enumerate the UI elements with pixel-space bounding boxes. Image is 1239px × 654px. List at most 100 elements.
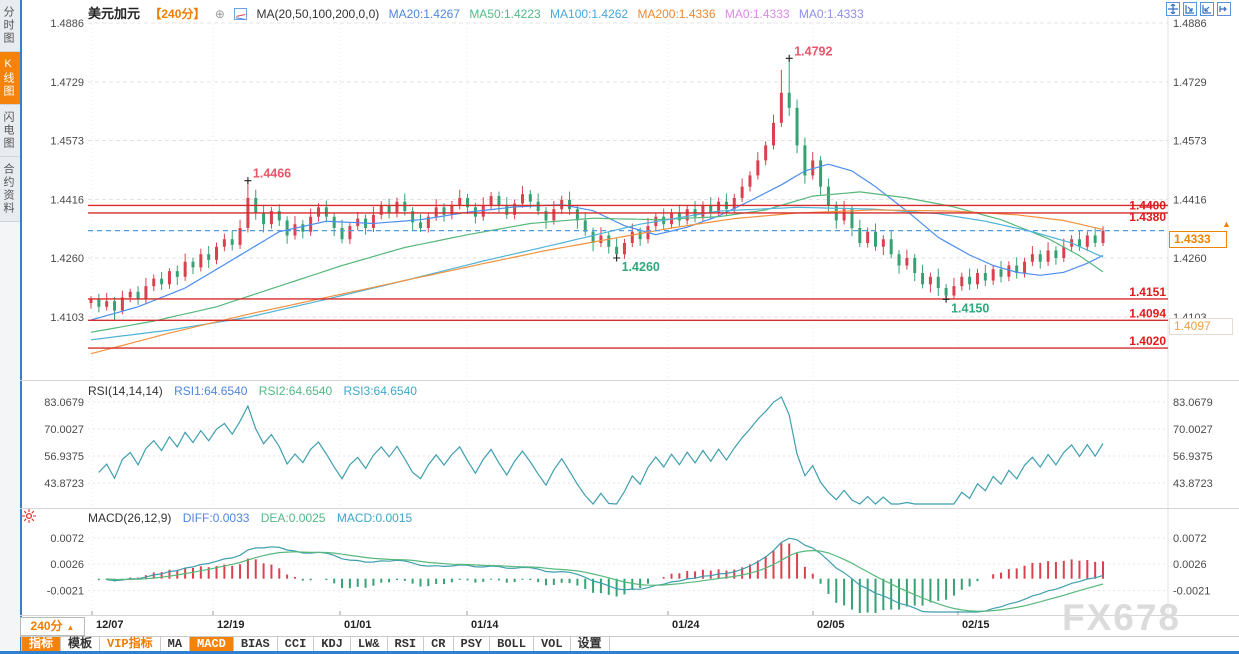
x-axis-date: 01/01 xyxy=(344,619,372,631)
axis-tick-label: 1.4729 xyxy=(1173,77,1207,89)
toolbar-button-ma[interactable]: MA xyxy=(161,637,190,652)
axis-tick-label: 83.0679 xyxy=(44,397,84,409)
price-annotation: 1.4792 xyxy=(794,44,832,58)
toolbar-button-boll[interactable]: BOLL xyxy=(490,637,534,652)
axis-tick-label: 83.0679 xyxy=(1173,397,1213,409)
axis-tick-label: -0.0021 xyxy=(1173,586,1210,598)
level-label: 1.4020 xyxy=(1129,334,1166,348)
x-axis-date: 12/19 xyxy=(217,619,245,631)
axis-tick-label: 1.4886 xyxy=(1173,18,1207,30)
toolbar-button-psy[interactable]: PSY xyxy=(454,637,491,652)
toolbar-button-macd[interactable]: MACD xyxy=(190,637,234,652)
current-price-badge: 1.4333 xyxy=(1169,231,1227,248)
macd-value: MACD:0.0015 xyxy=(337,511,412,525)
compress-y-icon[interactable] xyxy=(1200,2,1214,16)
ma-settings-label: MA(20,50,100,200,0,0) xyxy=(256,7,379,21)
ma-indicator-icon[interactable] xyxy=(234,8,247,20)
rsi-title: RSI(14,14,14) xyxy=(88,384,163,398)
ma0-value-1: MA0:1.4333 xyxy=(725,7,790,21)
axis-tick-label: 1.4260 xyxy=(50,253,84,265)
toolbar-button-settings[interactable]: 设置 xyxy=(571,637,610,652)
axis-tick-label: 1.4416 xyxy=(50,194,84,206)
diff-value: DIFF:0.0033 xyxy=(183,511,250,525)
macd-panel-header: MACD(26,12,9) DIFF:0.0033 DEA:0.0025 MAC… xyxy=(88,511,420,525)
toolbar-button-cr[interactable]: CR xyxy=(424,637,453,652)
level-label: 1.4380 xyxy=(1129,210,1166,224)
export-icon[interactable] xyxy=(1217,2,1231,16)
price-annotation: 1.4150 xyxy=(951,301,989,315)
sidebar-tab-kline-chart[interactable]: K线图 xyxy=(0,52,20,105)
dea-value: DEA:0.0025 xyxy=(261,511,326,525)
toolbar-button-cci[interactable]: CCI xyxy=(278,637,315,652)
axis-tick-label: 56.9375 xyxy=(1173,451,1213,463)
axis-tick-label: 43.8723 xyxy=(1173,478,1213,490)
interval-selector[interactable]: 240分 xyxy=(20,617,85,636)
axis-tick-label: 1.4260 xyxy=(1173,253,1207,265)
move-crosshair-icon[interactable] xyxy=(1166,2,1180,16)
ma20-value: MA20:1.4267 xyxy=(389,7,460,21)
axis-tick-label: 1.4416 xyxy=(1173,194,1207,206)
panel-separator xyxy=(20,380,1239,381)
toolbar-button-indicators[interactable]: 指标 xyxy=(21,637,61,652)
candlestick-chart-canvas[interactable]: 1.44001.43801.41511.40941.40201.44661.47… xyxy=(0,0,1239,654)
axis-tick-label: 0.0026 xyxy=(50,559,84,571)
x-axis-date: 02/05 xyxy=(817,619,845,631)
secondary-price-badge: 1.4097 xyxy=(1169,318,1233,335)
x-axis-date: 12/07 xyxy=(96,619,124,631)
alert-starburst-icon[interactable] xyxy=(22,509,36,526)
rsi-line xyxy=(99,397,1103,504)
axis-tick-label: 0.0072 xyxy=(1173,533,1207,545)
axis-tick-label: 1.4886 xyxy=(50,18,84,30)
rsi-panel-header: RSI(14,14,14) RSI1:64.6540 RSI2:64.6540 … xyxy=(88,384,425,398)
level-label: 1.4151 xyxy=(1129,285,1166,299)
chart-application: 1.44001.43801.41511.40941.40201.44661.47… xyxy=(0,0,1239,654)
axis-tick-label: 1.4573 xyxy=(50,136,84,148)
indicator-toolbar: 指标 模板 VIP指标 MA MACD BIAS CCI KDJ LW& RSI… xyxy=(21,637,610,652)
circle-plus-icon[interactable] xyxy=(215,7,225,21)
toolbar-button-bias[interactable]: BIAS xyxy=(234,637,278,652)
toolbar-button-vip-indicators[interactable]: VIP指标 xyxy=(100,637,161,652)
interval-value: 240分 xyxy=(31,619,63,633)
axis-tick-label: 56.9375 xyxy=(44,451,84,463)
price-annotation: 1.4260 xyxy=(622,260,660,274)
ma-line-ma20 xyxy=(91,164,1103,320)
axis-tick-label: 43.8723 xyxy=(44,478,84,490)
panel-separator xyxy=(20,615,1239,616)
price-annotation: 1.4466 xyxy=(253,167,291,181)
sidebar-tab-contract-info[interactable]: 合约资料 xyxy=(0,157,20,222)
toolbar-button-vol[interactable]: VOL xyxy=(534,637,571,652)
sidebar-divider xyxy=(20,0,22,651)
macd-title: MACD(26,12,9) xyxy=(88,511,171,525)
axis-tick-label: 70.0027 xyxy=(44,424,84,436)
axis-tick-label: 1.4103 xyxy=(50,312,84,324)
axis-tick-label: -0.0021 xyxy=(47,586,84,598)
x-axis-date: 01/14 xyxy=(471,619,499,631)
axis-tick-label: 1.4729 xyxy=(50,77,84,89)
ma100-value: MA100:1.4262 xyxy=(550,7,628,21)
fx678-watermark: FX678 xyxy=(1062,597,1181,639)
price-up-arrow-icon xyxy=(1222,219,1231,229)
x-axis-date: 01/24 xyxy=(672,619,700,631)
compress-x-icon[interactable] xyxy=(1183,2,1197,16)
sidebar-tab-time-chart[interactable]: 分时图 xyxy=(0,0,20,52)
sidebar-tab-lightning-chart[interactable]: 闪电图 xyxy=(0,105,20,157)
symbol-title: 美元加元 xyxy=(88,6,140,21)
rsi3-value: RSI3:64.6540 xyxy=(344,384,417,398)
left-sidebar: 分时图 K线图 闪电图 合约资料 xyxy=(0,0,20,654)
ma0-value-2: MA0:1.4333 xyxy=(799,7,864,21)
level-label: 1.4094 xyxy=(1129,306,1166,320)
axis-tick-label: 0.0072 xyxy=(50,533,84,545)
toolbar-button-templates[interactable]: 模板 xyxy=(61,637,100,652)
toolbar-button-kdj[interactable]: KDJ xyxy=(314,637,351,652)
toolbar-button-lwr[interactable]: LW& xyxy=(351,637,388,652)
axis-tick-label: 0.0026 xyxy=(1173,559,1207,571)
x-axis-date: 02/15 xyxy=(962,619,990,631)
axis-tick-label: 70.0027 xyxy=(1173,424,1213,436)
ma50-value: MA50:1.4223 xyxy=(469,7,540,21)
interval-label: 【240分】 xyxy=(149,7,205,21)
chart-tool-icons xyxy=(1166,2,1231,16)
toolbar-button-rsi[interactable]: RSI xyxy=(388,637,425,652)
axis-tick-label: 1.4573 xyxy=(1173,136,1207,148)
rsi1-value: RSI1:64.6540 xyxy=(174,384,247,398)
triangle-up-icon xyxy=(63,619,75,633)
